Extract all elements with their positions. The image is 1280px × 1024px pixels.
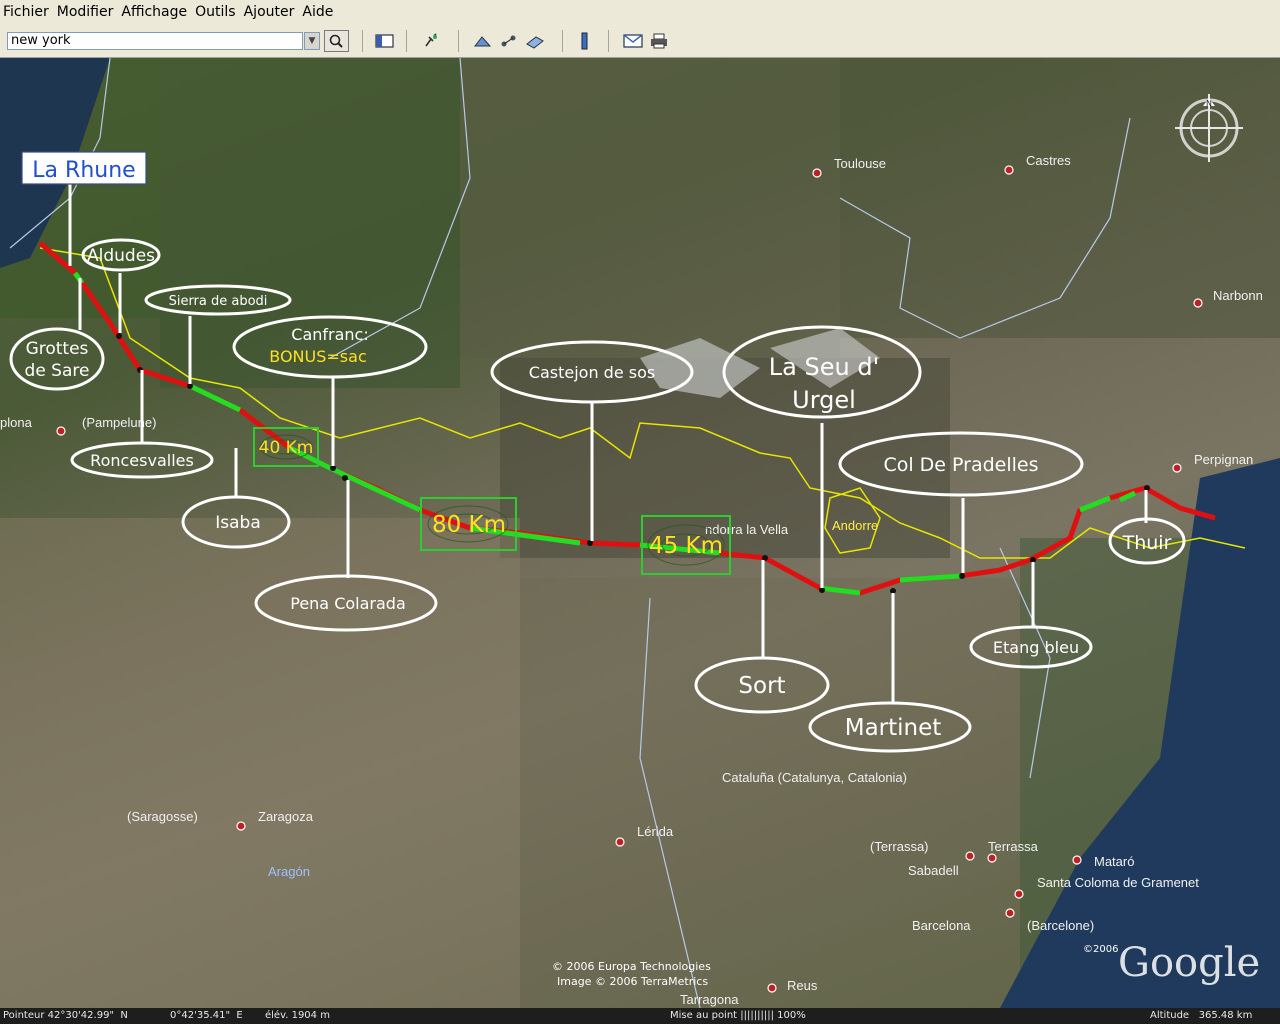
toolbar-separator — [608, 30, 609, 52]
search-input[interactable]: new york — [7, 32, 303, 50]
copyright-text: © 2006 Europa Technologies — [552, 960, 711, 973]
callout-label: Sort — [738, 673, 785, 699]
callout-label: Roncesvalles — [90, 451, 194, 470]
menu-affichage[interactable]: Affichage — [118, 4, 190, 20]
google-copyright: ©2006 — [1083, 944, 1118, 955]
email-button[interactable] — [622, 31, 644, 51]
city-label: Reus — [787, 978, 818, 993]
add-polygon-button[interactable] — [472, 31, 494, 51]
toolbar-separator — [458, 30, 459, 52]
email-icon — [623, 34, 643, 48]
callout-label: BONUS=sac — [269, 347, 366, 366]
city-label: Zaragoza — [258, 809, 314, 824]
city-label: Mataró — [1094, 854, 1134, 869]
city-label: Andorre — [832, 518, 878, 533]
callout-label: de Sare — [25, 361, 90, 381]
city-label: (Saragosse) — [127, 809, 198, 824]
city-label: Sabadell — [908, 863, 959, 878]
city-label: Terrassa — [988, 839, 1039, 854]
menu-modifier[interactable]: Modifier — [54, 4, 117, 20]
loading-status: Mise au point |||||||||| 100% — [670, 1010, 806, 1021]
city-label: plona — [0, 415, 33, 430]
callout-label: Martinet — [845, 715, 942, 741]
city-label: Santa Coloma de Gramenet — [1037, 875, 1199, 890]
add-path-button[interactable] — [498, 31, 520, 51]
distance-label: 45 Km — [649, 533, 723, 559]
placemark-button[interactable] — [420, 31, 442, 51]
callout-label: Pena Colarada — [290, 594, 406, 613]
city-label: (Pampelune) — [82, 415, 156, 430]
city-label: Tarragona — [680, 992, 739, 1007]
city-label: Toulouse — [834, 156, 886, 171]
status-bar: Pointeur 42°30'42.99" N 0°42'35.41" E él… — [0, 1008, 1280, 1024]
callout-label: Col De Pradelles — [883, 454, 1038, 476]
callout-label: La Rhune — [32, 158, 135, 183]
menu-ajouter[interactable]: Ajouter — [241, 4, 298, 20]
city-label: (Barcelone) — [1027, 918, 1094, 933]
path-icon — [501, 35, 516, 47]
print-button[interactable] — [648, 31, 670, 51]
distance-label: 40 Km — [259, 438, 314, 458]
pointer-latitude: Pointeur 42°30'42.99" N — [3, 1010, 128, 1021]
overlay-icon — [526, 36, 544, 49]
magnifier-icon — [329, 34, 343, 48]
toolbar-separator — [362, 30, 363, 52]
sidebar-toggle-button[interactable] — [374, 31, 396, 51]
callout-label: Isaba — [215, 513, 261, 533]
callout-label: La Seu d' — [769, 353, 879, 381]
altitude: Altitude 365.48 km — [1150, 1010, 1253, 1021]
region-label: Aragón — [268, 864, 310, 879]
ruler-icon — [581, 32, 588, 50]
toolbar-separator — [406, 30, 407, 52]
callout-label: Canfranc: — [291, 325, 368, 344]
map-view[interactable]: Toulouse Castres Narbonn Perpignan plona… — [0, 58, 1280, 1008]
map-canvas: Toulouse Castres Narbonn Perpignan plona… — [0, 58, 1280, 1008]
search-button[interactable] — [324, 30, 349, 52]
copyright-text: Image © 2006 TerraMetrics — [557, 975, 708, 988]
elevation: élév. 1904 m — [265, 1010, 330, 1021]
callout-label: Sierra de abodi — [169, 294, 268, 309]
google-logo: Google — [1118, 940, 1260, 986]
menu-outils[interactable]: Outils — [192, 4, 238, 20]
add-overlay-button[interactable] — [524, 31, 546, 51]
callout-label: Grottes — [26, 339, 89, 359]
callout-label: Aldudes — [87, 246, 155, 266]
city-label: Lérida — [637, 824, 674, 839]
print-icon — [651, 33, 667, 49]
distance-label: 80 Km — [432, 512, 506, 538]
callout-label: Thuir — [1122, 532, 1172, 554]
menu-aide[interactable]: Aide — [299, 4, 336, 20]
city-label: Barcelona — [912, 918, 971, 933]
sidebar-icon — [375, 34, 394, 48]
menu-bar: Fichier Modifier Affichage Outils Ajoute… — [0, 0, 1280, 24]
city-label: (Terrassa) — [870, 839, 929, 854]
city-label: Narbonn — [1213, 288, 1263, 303]
toolbar: new york ▼ — [0, 24, 1280, 58]
city-label: Castres — [1026, 153, 1071, 168]
ruler-button[interactable] — [574, 31, 596, 51]
menu-fichier[interactable]: Fichier — [0, 4, 52, 20]
toolbar-separator — [562, 30, 563, 52]
placemark-icon — [425, 33, 437, 47]
callout-label: Urgel — [792, 386, 856, 414]
region-label: Cataluña (Catalunya, Catalonia) — [722, 770, 907, 785]
city-label: Perpignan — [1194, 452, 1253, 467]
callout-label: Castejon de sos — [529, 363, 655, 382]
polygon-icon — [473, 36, 492, 47]
svg-text:N: N — [1206, 99, 1212, 108]
pointer-longitude: 0°42'35.41" E — [170, 1010, 243, 1021]
search-dropdown-button[interactable]: ▼ — [304, 32, 320, 50]
callout-label: Etang bleu — [993, 638, 1079, 657]
